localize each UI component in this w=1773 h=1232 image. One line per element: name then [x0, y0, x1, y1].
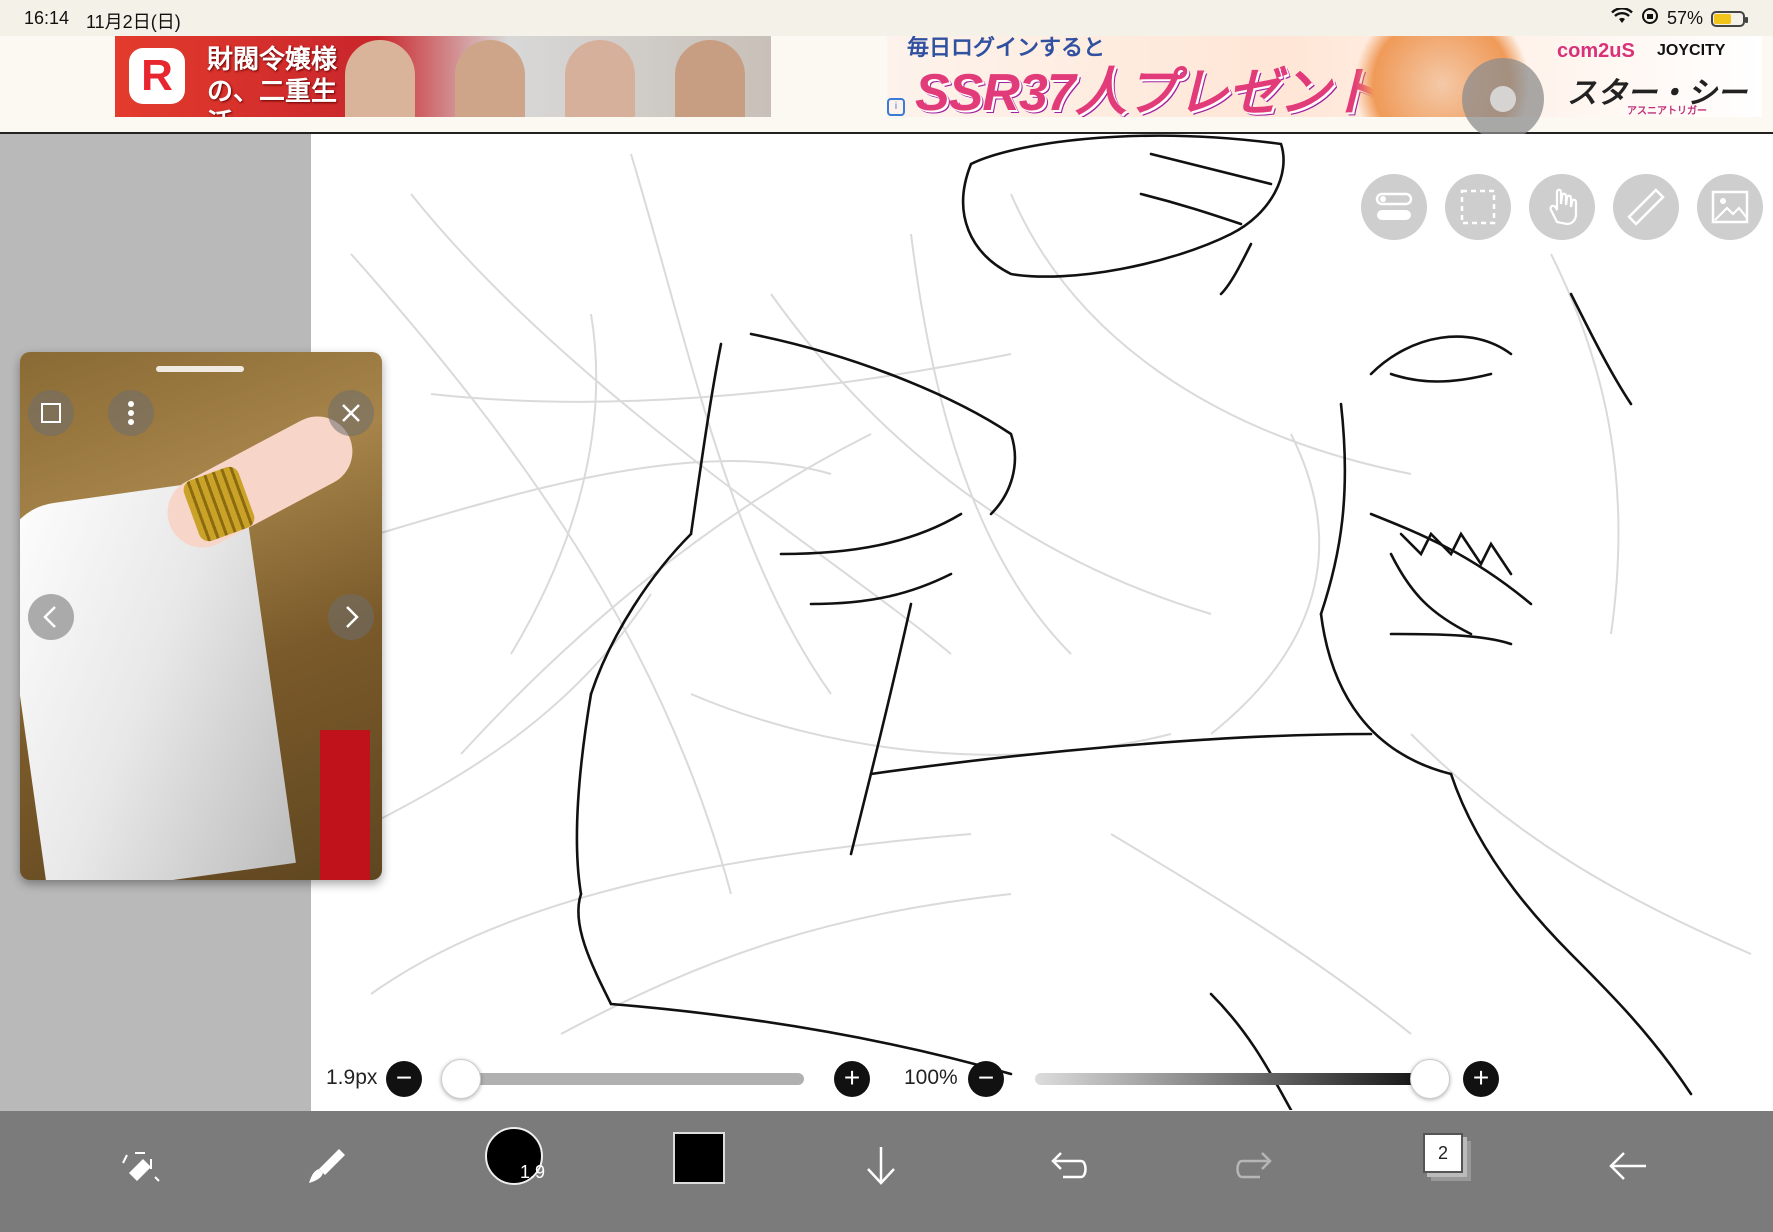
reference-image-tie: [320, 730, 370, 880]
opacity-increase-button[interactable]: +: [1463, 1061, 1499, 1097]
chevron-right-icon[interactable]: [328, 594, 374, 640]
drawing-canvas[interactable]: [311, 134, 1773, 1110]
ad-info-icon[interactable]: i: [887, 98, 905, 116]
bottom-toolbar: 1.9 2: [0, 1111, 1773, 1232]
layer-count: 2: [1437, 1143, 1448, 1163]
opacity-decrease-button[interactable]: −: [968, 1061, 1004, 1097]
redo-icon[interactable]: [1222, 1133, 1288, 1199]
arrow-down-icon[interactable]: [848, 1133, 914, 1199]
ad-banner-right[interactable]: 毎日ログインすると SSR37人プレゼント! com2uS JOYCITY スタ…: [887, 36, 1762, 117]
undo-icon[interactable]: [1035, 1133, 1101, 1199]
brush-size-increase-button[interactable]: +: [834, 1061, 870, 1097]
ad-banner-bar: R 財閥令嬢様の、二重生活 毎日ログインすると SSR37人プレゼント! com…: [0, 36, 1773, 140]
back-arrow-icon[interactable]: [1596, 1133, 1662, 1199]
more-vertical-icon[interactable]: [108, 390, 154, 436]
color-picker-swatch[interactable]: [673, 1132, 725, 1184]
sketch-artwork: [311, 134, 1752, 1110]
reference-image-sleeve: [20, 476, 296, 880]
chevron-left-icon[interactable]: [28, 594, 74, 640]
brush-size-indicator[interactable]: 1.9: [485, 1127, 545, 1185]
ruler-icon[interactable]: [1613, 174, 1679, 240]
expand-icon[interactable]: [28, 390, 74, 436]
app-logo-icon: R: [129, 48, 185, 104]
hand-tool-icon[interactable]: [1529, 174, 1595, 240]
ad-game-subtitle: アスニアトリガー: [1627, 106, 1707, 117]
ad-person-image: [565, 40, 635, 117]
close-icon[interactable]: [328, 390, 374, 436]
image-icon[interactable]: [1697, 174, 1763, 240]
ad-banner-left[interactable]: R 財閥令嬢様の、二重生活: [115, 36, 771, 117]
brush-size-label: 1.9px: [326, 1066, 378, 1089]
layers-button[interactable]: 2: [1423, 1133, 1463, 1173]
brush-icon[interactable]: [295, 1133, 361, 1199]
reference-image-window[interactable]: [20, 352, 382, 880]
battery-percent: 57%: [1666, 8, 1703, 28]
brush-size-slider[interactable]: [460, 1073, 804, 1085]
wifi-icon: [1611, 7, 1633, 29]
brush-size-slider-thumb[interactable]: [441, 1059, 481, 1099]
status-time: 16:14: [24, 8, 70, 28]
ad-brand-com2us: com2uS: [1557, 40, 1635, 62]
opacity-slider[interactable]: [1035, 1073, 1429, 1085]
ad-person-image: [345, 40, 415, 117]
brush-size-decrease-button[interactable]: −: [386, 1061, 422, 1097]
status-indicators: 57%: [1611, 7, 1748, 30]
status-bar: 16:14 11月2日(日) 57%: [0, 0, 1773, 36]
ad-person-image: [675, 40, 745, 117]
ad-left-title: 財閥令嬢様の、二重生活: [207, 45, 338, 117]
assistive-touch-icon[interactable]: [1462, 58, 1544, 140]
ad-right-headline: SSR37人プレゼント!: [915, 64, 1398, 117]
selection-icon[interactable]: [1445, 174, 1511, 240]
eraser-switch-icon[interactable]: [109, 1133, 175, 1199]
status-date: 11月2日(日): [86, 12, 181, 32]
brush-size-value: 1.9: [519, 1162, 545, 1182]
opacity-label: 100%: [904, 1066, 958, 1089]
layer-settings-icon[interactable]: [1361, 174, 1427, 240]
ad-person-image: [455, 40, 525, 117]
ad-brand-joycity: JOYCITY: [1657, 42, 1726, 59]
opacity-slider-thumb[interactable]: [1410, 1059, 1450, 1099]
battery-icon: [1711, 10, 1748, 27]
orientation-lock-icon: [1641, 7, 1659, 30]
drag-handle[interactable]: [156, 366, 244, 372]
